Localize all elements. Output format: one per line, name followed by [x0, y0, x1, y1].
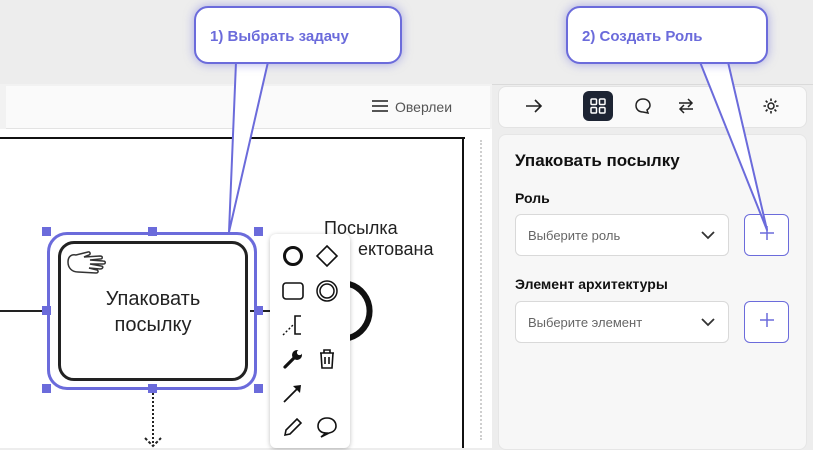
gateway-icon[interactable]	[315, 244, 339, 268]
wrench-icon[interactable]	[281, 347, 305, 371]
pool-border-top	[0, 137, 465, 139]
role-select[interactable]: Выберите роль	[515, 214, 729, 256]
add-architecture-element-button[interactable]	[744, 301, 789, 343]
sequence-flow-incoming[interactable]	[0, 310, 47, 312]
role-placeholder: Выберите роль	[528, 227, 621, 243]
callout-step-1-text: 1) Выбрать задачу	[210, 28, 349, 45]
architecture-element-select[interactable]: Выберите элемент	[515, 301, 729, 343]
callout-step-2: 2) Создать Роль	[566, 6, 768, 64]
task-icon[interactable]	[281, 279, 305, 303]
manual-task-hand-icon	[67, 251, 106, 274]
resize-handle-bottom-left[interactable]	[42, 384, 51, 393]
grid-icon[interactable]	[583, 91, 613, 121]
overlays-button[interactable]: Оверлеи	[372, 96, 452, 118]
intermediate-event-icon[interactable]	[315, 279, 339, 303]
delete-icon[interactable]	[315, 347, 339, 371]
connect-arrow-icon[interactable]	[281, 381, 305, 405]
chat-icon[interactable]	[628, 91, 658, 121]
resize-handle-right[interactable]	[254, 306, 263, 315]
callout-step-2-text: 2) Создать Роль	[582, 28, 703, 45]
resize-handle-top[interactable]	[148, 227, 157, 236]
plus-icon	[759, 312, 775, 333]
gear-icon[interactable]	[756, 91, 786, 121]
properties-panel	[498, 134, 807, 450]
comment-icon[interactable]	[315, 415, 339, 439]
resize-handle-left[interactable]	[42, 306, 51, 315]
resize-handle-bottom-right[interactable]	[254, 384, 263, 393]
arrow-right-icon[interactable]	[519, 91, 549, 121]
plus-icon	[759, 225, 775, 246]
resize-handle-bottom[interactable]	[148, 384, 157, 393]
resize-handle-top-left[interactable]	[42, 227, 51, 236]
help-icon[interactable]	[713, 91, 743, 121]
add-role-button[interactable]	[744, 214, 789, 256]
annotation-icon[interactable]	[281, 313, 305, 337]
panel-title: Упаковать посылку	[515, 151, 680, 170]
architecture-element-placeholder: Выберите элемент	[528, 314, 643, 330]
start-event-icon[interactable]	[281, 244, 305, 268]
flow-arrowhead-icon	[144, 437, 162, 448]
chevron-down-icon	[700, 228, 716, 243]
task-label: Упаковать посылку	[105, 288, 201, 336]
swap-icon[interactable]	[671, 91, 701, 121]
menu-icon	[372, 99, 388, 115]
callout-step-1: 1) Выбрать задачу	[194, 6, 402, 64]
overlays-label: Оверлеи	[395, 99, 453, 115]
architecture-element-label: Элемент архитектуры	[515, 276, 668, 292]
end-event[interactable]	[345, 280, 389, 342]
panel-resize-handle[interactable]	[480, 140, 482, 440]
chevron-down-icon	[700, 315, 716, 330]
pool-border-right	[462, 137, 464, 448]
resize-handle-top-right[interactable]	[254, 227, 263, 236]
role-label: Роль	[515, 190, 550, 206]
edit-pencil-icon[interactable]	[281, 415, 305, 439]
